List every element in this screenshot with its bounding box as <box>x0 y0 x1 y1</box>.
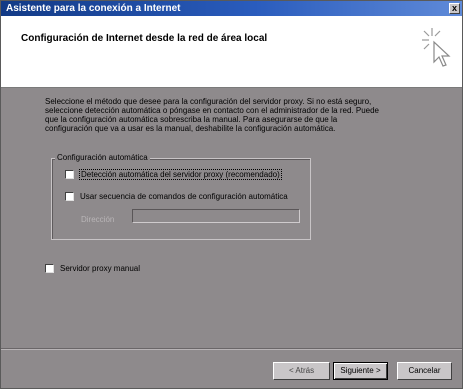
auto-config-legend: Configuración automática <box>55 153 150 162</box>
back-button[interactable]: < Atrás <box>273 362 330 380</box>
page-title: Configuración de Internet desde la red d… <box>21 33 268 44</box>
manual-proxy-label[interactable]: Servidor proxy manual <box>60 264 140 273</box>
address-label: Dirección <box>81 215 115 224</box>
cancel-button[interactable]: Cancelar <box>397 362 452 380</box>
auto-script-label[interactable]: Usar secuencia de comandos de configurac… <box>80 192 288 201</box>
auto-detect-checkbox[interactable] <box>65 170 74 179</box>
auto-detect-label[interactable]: Detección automática del servidor proxy … <box>79 169 282 180</box>
auto-script-option[interactable]: Usar secuencia de comandos de configurac… <box>65 192 288 201</box>
button-separator <box>1 348 462 350</box>
title-bar: Asistente para la conexión a Internet x <box>1 1 462 16</box>
wizard-cursor-icon <box>422 28 451 67</box>
address-field[interactable] <box>132 209 300 223</box>
close-icon: x <box>451 3 457 13</box>
manual-proxy-option[interactable]: Servidor proxy manual <box>45 264 140 273</box>
next-button[interactable]: Siguiente > <box>333 362 388 380</box>
auto-script-checkbox[interactable] <box>65 192 74 201</box>
instructions-text: Seleccione el método que desee para la c… <box>45 97 379 133</box>
wizard-window: Asistente para la conexión a Internet x … <box>0 0 463 389</box>
window-title: Asistente para la conexión a Internet <box>6 3 181 14</box>
wizard-header: Configuración de Internet desde la red d… <box>1 16 462 88</box>
manual-proxy-checkbox[interactable] <box>45 264 54 273</box>
auto-detect-option[interactable]: Detección automática del servidor proxy … <box>65 169 282 180</box>
close-button[interactable]: x <box>449 3 460 14</box>
